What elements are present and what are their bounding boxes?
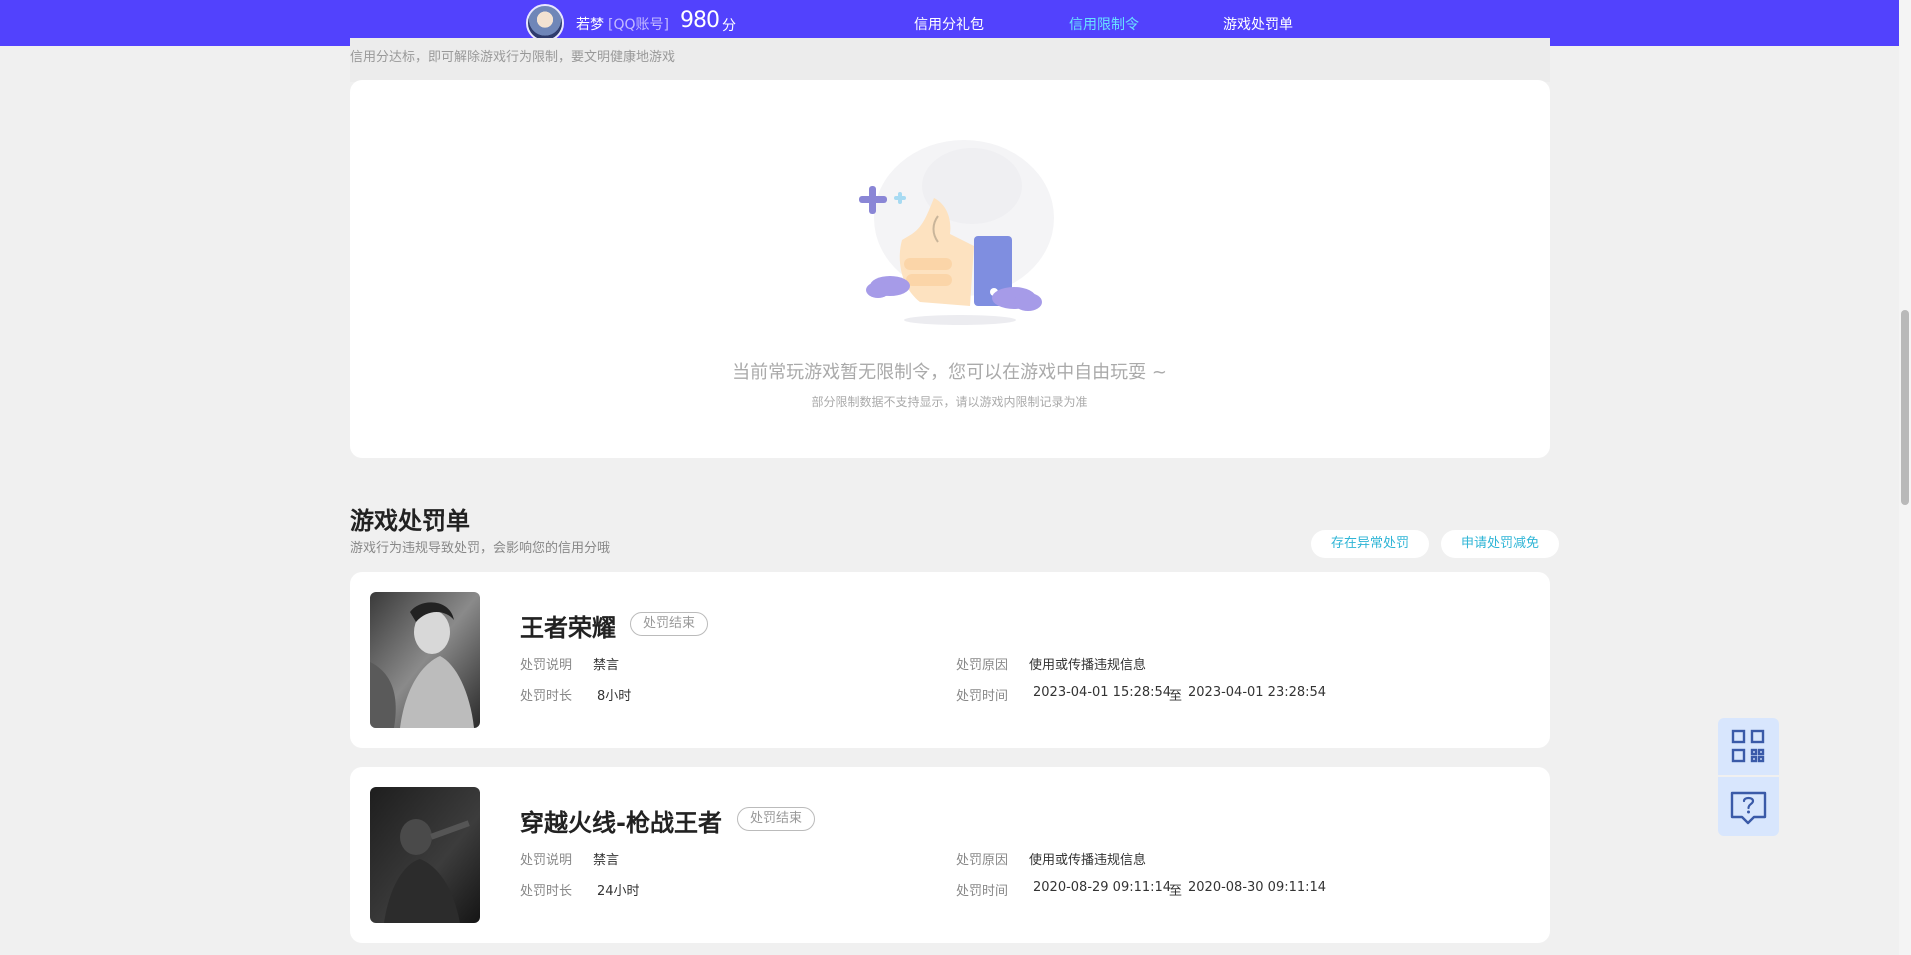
game-name: 王者荣耀 [520,614,616,642]
time-label: 处罚时间 [956,689,1009,704]
penalty-section-title: 游戏处罚单 [350,507,470,535]
duration-value: 8小时 [597,689,632,704]
penalty-section-subtitle: 游戏行为违规导致处罚，会影响您的信用分哦 [350,541,611,556]
credit-score-unit: 分 [722,18,736,34]
status-badge: 处罚结束 [630,612,709,636]
reason-label: 处罚原因 [956,853,1009,868]
game-thumbnail [370,787,480,923]
time-end: 2023-04-01 23:28:54 [1188,685,1327,700]
thumbs-up-illustration [859,140,1054,325]
reason-value: 使用或传播违规信息 [1029,658,1147,673]
qrcode-icon [1731,729,1765,763]
tab-credit-gift[interactable]: 信用分礼包 [914,14,984,34]
qrcode-button[interactable] [1718,718,1779,775]
credit-score: 980 [680,8,720,33]
duration-label: 处罚时长 [520,884,573,899]
avatar[interactable] [526,4,564,42]
game-name: 穿越火线-枪战王者 [520,809,722,837]
desc-value: 禁言 [593,658,620,673]
desc-label: 处罚说明 [520,853,573,868]
time-end: 2020-08-30 09:11:14 [1188,880,1327,895]
restriction-subtitle: 信用分达标，即可解除游戏行为限制，要文明健康地游戏 [350,50,676,65]
account-type: [QQ账号] [608,17,669,33]
empty-state-title: 当前常玩游戏暂无限制令，您可以在游戏中自由玩耍 ~ [732,362,1167,383]
reason-label: 处罚原因 [956,658,1009,673]
time-start: 2020-08-29 09:11:14 [1033,880,1172,895]
time-to: 至 [1169,884,1183,899]
status-badge: 处罚结束 [737,807,816,831]
tab-game-penalty[interactable]: 游戏处罚单 [1223,14,1293,34]
username: 若梦 [576,17,604,33]
penalty-card: 穿越火线-枪战王者 处罚结束 处罚说明 禁言 处罚时长 24小时 处罚原因 使用… [350,767,1550,943]
desc-label: 处罚说明 [520,658,573,673]
penalty-card: 王者荣耀 处罚结束 处罚说明 禁言 处罚时长 8小时 处罚原因 使用或传播违规信… [350,572,1550,748]
time-label: 处罚时间 [956,884,1009,899]
desc-value: 禁言 [593,853,620,868]
tab-credit-restriction[interactable]: 信用限制令 [1069,14,1139,34]
help-button[interactable] [1718,777,1779,836]
page-scrollbar[interactable] [1899,0,1911,955]
apply-penalty-reduction-button[interactable]: 申请处罚减免 [1441,530,1560,558]
duration-value: 24小时 [597,884,640,899]
time-to: 至 [1169,689,1183,704]
abnormal-penalty-button[interactable]: 存在异常处罚 [1311,530,1430,558]
game-thumbnail [370,592,480,728]
scrollbar-thumb[interactable] [1901,310,1909,505]
reason-value: 使用或传播违规信息 [1029,853,1147,868]
duration-label: 处罚时长 [520,689,573,704]
time-start: 2023-04-01 15:28:54 [1033,685,1172,700]
empty-state-note: 部分限制数据不支持显示，请以游戏内限制记录为准 [811,395,1088,409]
help-chat-icon [1730,791,1767,825]
